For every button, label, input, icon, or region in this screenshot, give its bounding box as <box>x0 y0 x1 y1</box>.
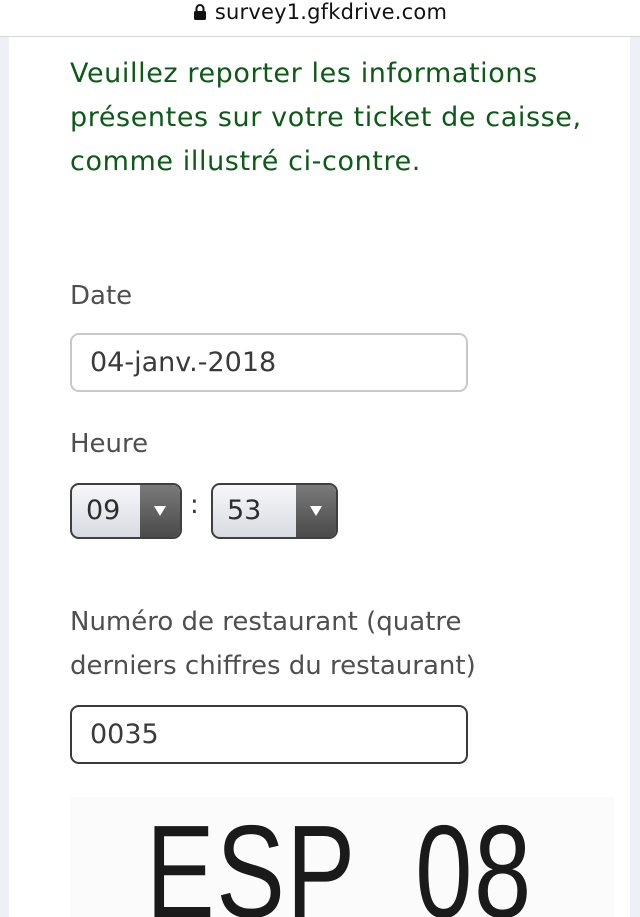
hour-select-value: 09 <box>86 495 121 526</box>
lock-icon <box>193 3 207 21</box>
address-bar[interactable]: survey1.gfkdrive.com <box>0 0 640 37</box>
url-text: survey1.gfkdrive.com <box>214 0 448 24</box>
minute-select-value: 53 <box>227 495 262 526</box>
page-margin-right <box>630 37 640 917</box>
instructions-text: Veuillez reporter les informations prése… <box>70 58 582 177</box>
hour-select[interactable]: 09 <box>70 483 182 539</box>
receipt-text: ESP 08 <box>146 798 533 917</box>
time-separator: : <box>190 490 199 520</box>
restaurant-label-line1: Numéro de restaurant (quatre <box>70 607 462 637</box>
minute-select[interactable]: 53 <box>211 483 338 539</box>
address-bar-content: survey1.gfkdrive.com <box>193 0 447 24</box>
date-label: Date <box>70 281 133 311</box>
triangle-down-icon <box>296 485 336 537</box>
restaurant-label-line2: derniers chiffres du restaurant) <box>70 651 476 681</box>
date-input[interactable] <box>70 333 468 392</box>
triangle-down-icon <box>140 485 180 537</box>
page-margin-left <box>0 37 9 917</box>
time-label: Heure <box>70 429 149 459</box>
restaurant-number-input[interactable] <box>70 705 468 764</box>
receipt-illustration: ESP 08 <box>70 797 614 917</box>
instructions-block: Veuillez reporter les informations prése… <box>70 52 590 184</box>
